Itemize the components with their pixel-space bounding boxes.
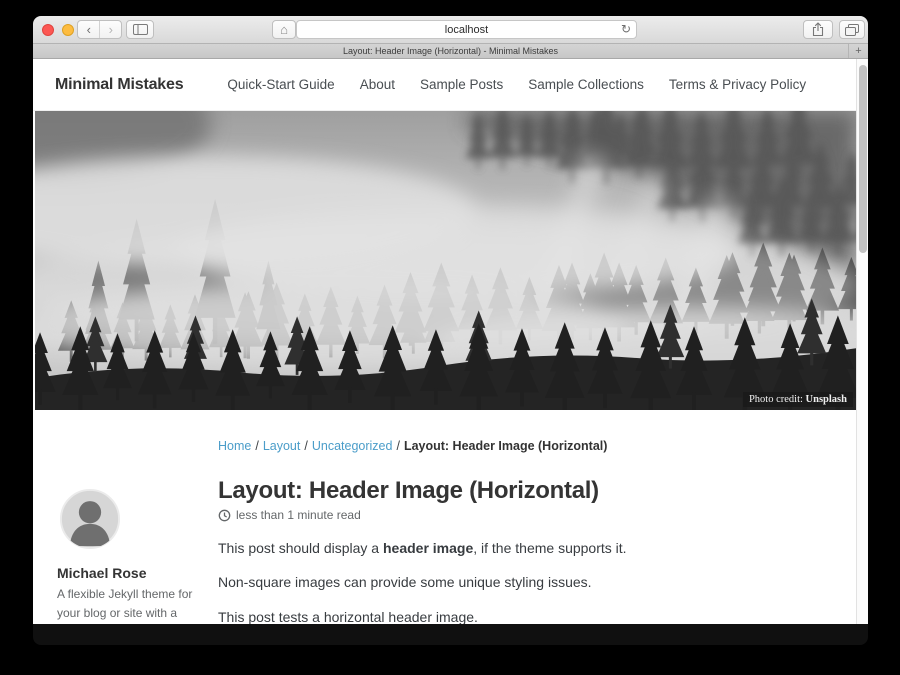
nav-item-quick-start-guide[interactable]: Quick-Start Guide xyxy=(227,77,334,92)
page-content: Minimal Mistakes Quick-Start Guide About… xyxy=(33,59,868,624)
author-sidebar: Michael Rose A flexible Jekyll theme for… xyxy=(57,488,207,624)
article-body: This post should display a header image,… xyxy=(218,538,836,624)
read-time-text: less than 1 minute read xyxy=(236,508,361,522)
share-button[interactable] xyxy=(803,20,833,39)
breadcrumb-home[interactable]: Home xyxy=(218,439,251,453)
site-nav: Quick-Start Guide About Sample Posts Sam… xyxy=(227,77,831,92)
page-title: Layout: Header Image (Horizontal) xyxy=(218,477,836,505)
paragraph-3: This post tests a horizontal header imag… xyxy=(218,607,836,624)
paragraph-1-text: This post should display a xyxy=(218,540,383,556)
tabs-overview-icon xyxy=(845,24,859,36)
sidebar-icon xyxy=(133,24,148,35)
minimize-window-button[interactable] xyxy=(62,24,74,36)
show-tabs-button[interactable] xyxy=(839,20,865,39)
breadcrumb-layout[interactable]: Layout xyxy=(263,439,301,453)
tab-bar: Layout: Header Image (Horizontal) - Mini… xyxy=(33,44,868,59)
paragraph-1-text-after: , if the theme supports it. xyxy=(473,540,626,556)
paragraph-1-bold: header image xyxy=(383,540,473,556)
author-name: Michael Rose xyxy=(57,565,207,581)
new-tab-button[interactable]: + xyxy=(848,44,868,58)
nav-item-sample-posts[interactable]: Sample Posts xyxy=(420,77,503,92)
nav-item-terms-privacy[interactable]: Terms & Privacy Policy xyxy=(669,77,806,92)
paragraph-1: This post should display a header image,… xyxy=(218,538,836,558)
back-button[interactable]: ‹ xyxy=(78,21,99,38)
clock-icon xyxy=(218,509,231,522)
safari-window: ‹ › ⌂ localhost ↻ xyxy=(33,16,868,645)
header-image: Photo credit: Unsplash xyxy=(35,111,856,410)
article-main: Home/Layout/Uncategorized/Layout: Header… xyxy=(218,439,836,624)
home-icon: ⌂ xyxy=(280,23,288,36)
back-icon: ‹ xyxy=(87,23,91,36)
close-window-button[interactable] xyxy=(42,24,54,36)
foggy-forest-illustration xyxy=(35,111,856,410)
sidebar-toggle-button[interactable] xyxy=(126,20,154,39)
browser-toolbar: ‹ › ⌂ localhost ↻ xyxy=(33,16,868,44)
url-text: localhost xyxy=(297,21,636,38)
share-icon xyxy=(812,22,824,37)
address-bar[interactable]: localhost ↻ xyxy=(296,20,637,39)
nav-item-about[interactable]: About xyxy=(360,77,395,92)
author-avatar xyxy=(59,488,121,550)
site-title-link[interactable]: Minimal Mistakes xyxy=(55,76,183,94)
history-nav-group: ‹ › xyxy=(77,20,122,39)
scrollbar-thumb[interactable] xyxy=(859,65,867,253)
forward-icon: › xyxy=(109,23,113,36)
photo-credit-source: Unsplash xyxy=(806,394,847,405)
nav-item-sample-collections[interactable]: Sample Collections xyxy=(528,77,644,92)
breadcrumb-current: Layout: Header Image (Horizontal) xyxy=(404,439,608,453)
author-bio: A flexible Jekyll theme for your blog or… xyxy=(57,585,205,624)
paragraph-2: Non-square images can provide some uniqu… xyxy=(218,572,836,592)
home-button[interactable]: ⌂ xyxy=(272,20,296,39)
read-time: less than 1 minute read xyxy=(218,508,836,522)
breadcrumb-uncategorized[interactable]: Uncategorized xyxy=(312,439,393,453)
site-masthead: Minimal Mistakes Quick-Start Guide About… xyxy=(33,59,856,111)
photo-credit-label: Photo credit: xyxy=(749,394,803,405)
reload-button[interactable]: ↻ xyxy=(621,22,631,36)
scrollbar-track[interactable] xyxy=(856,59,868,624)
breadcrumb-separator: / xyxy=(255,439,258,453)
photo-credit: Photo credit: Unsplash xyxy=(743,392,853,407)
breadcrumb-separator: / xyxy=(396,439,399,453)
breadcrumb-separator: / xyxy=(304,439,307,453)
breadcrumb: Home/Layout/Uncategorized/Layout: Header… xyxy=(218,439,836,453)
forward-button[interactable]: › xyxy=(99,21,121,38)
active-tab[interactable]: Layout: Header Image (Horizontal) - Mini… xyxy=(343,46,558,56)
